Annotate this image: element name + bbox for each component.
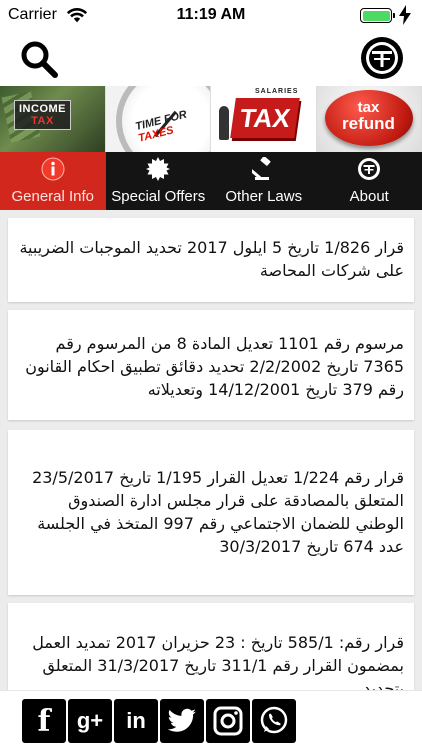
info-icon <box>41 157 65 181</box>
salaries-label: SALARIES <box>255 88 299 95</box>
income-tax-label: INCOME TAX <box>14 100 71 130</box>
list-item-text: قرار رقم 1/224 تعديل القرار 1/195 تاريخ … <box>32 468 404 556</box>
tab-special-offers-label: Special Offers <box>111 188 206 205</box>
twitter-bird-shape <box>167 708 196 732</box>
banner-income-tax: INCOME TAX <box>0 86 106 152</box>
tab-special-offers[interactable]: Special Offers <box>106 152 212 210</box>
linkedin-icon[interactable]: in <box>114 699 158 743</box>
status-bar: Carrier 11:19 AM <box>0 0 422 30</box>
camera-shape <box>213 706 243 736</box>
starburst-badge-icon <box>146 157 171 181</box>
phone-bubble-shape <box>260 706 288 734</box>
battery-icon <box>360 8 395 23</box>
tab-general-info[interactable]: General Info <box>0 152 106 210</box>
tab-other-laws[interactable]: Other Laws <box>211 152 317 210</box>
tax-block-label: TAX <box>230 98 300 138</box>
list-item[interactable]: قرار رقم 1/224 تعديل القرار 1/195 تاريخ … <box>8 430 414 595</box>
list-item[interactable]: قرار 1/826 تاريخ 5 ايلول 2017 تحديد المو… <box>8 218 414 302</box>
banner-time-for-taxes: TIME FOR TAXES <box>105 86 211 152</box>
person-figure <box>219 106 229 140</box>
tax-banner: INCOME TAX TIME FOR TAXES SALARIES TAX t… <box>0 86 422 152</box>
twitter-icon[interactable] <box>160 699 204 743</box>
law-list: قرار 1/826 تاريخ 5 ايلول 2017 تحديد المو… <box>0 210 422 690</box>
banner-salaries-tax: SALARIES TAX <box>211 86 317 152</box>
logo-icon <box>358 158 381 180</box>
search-icon[interactable] <box>18 38 60 80</box>
gavel-icon <box>251 157 271 180</box>
tab-about-label: About <box>349 188 389 205</box>
facebook-icon[interactable]: f <box>22 699 66 743</box>
tab-general-info-label: General Info <box>11 188 95 205</box>
whatsapp-icon[interactable] <box>252 699 296 743</box>
charging-bolt-icon <box>399 5 411 25</box>
tab-other-laws-label: Other Laws <box>225 188 303 205</box>
banner-tax-refund: tax refund <box>316 86 422 152</box>
list-item[interactable]: قرار رقم: 585/1 تاريخ : 23 حزيران 2017 ت… <box>8 603 414 690</box>
clock-time: 11:19 AM <box>176 6 246 23</box>
google-plus-icon[interactable]: g+ <box>68 699 112 743</box>
tab-about[interactable]: About <box>317 152 422 210</box>
list-item[interactable]: مرسوم رقم 1101 تعديل المادة 8 من المرسوم… <box>8 310 414 420</box>
tab-bar: General Info Special Offers Other Laws A… <box>0 152 422 210</box>
instagram-icon[interactable] <box>206 699 250 743</box>
list-item-text: قرار 1/826 تاريخ 5 ايلول 2017 تحديد المو… <box>19 238 404 280</box>
social-bar: f g+ in <box>0 690 422 750</box>
list-item-text: قرار رقم: 585/1 تاريخ : 23 حزيران 2017 ت… <box>32 633 404 690</box>
logo-icon[interactable] <box>360 36 404 80</box>
list-item-text: مرسوم رقم 1101 تعديل المادة 8 من المرسوم… <box>25 334 404 399</box>
tax-refund-button-image: tax refund <box>324 90 413 146</box>
app-header <box>0 30 422 86</box>
